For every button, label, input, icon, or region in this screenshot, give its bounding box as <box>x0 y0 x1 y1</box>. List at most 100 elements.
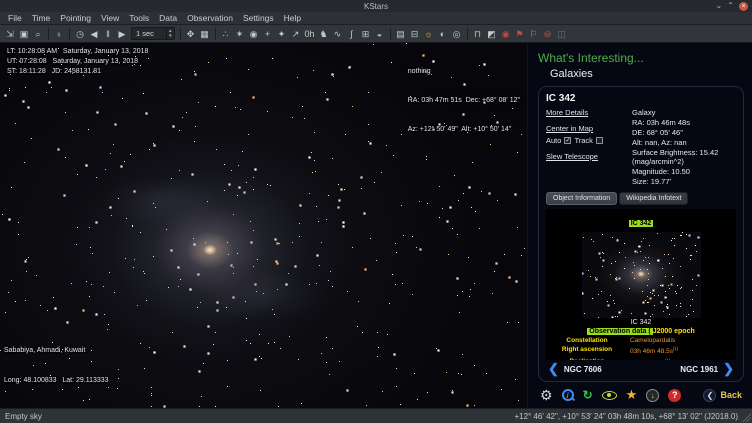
panel-title: What's Interesting... <box>538 51 744 65</box>
lock-position-icon[interactable]: ⊓ <box>471 27 485 41</box>
focus-radec: RA: 03h 47m 51s Dec: +68° 08' 12" <box>408 96 520 106</box>
color-scheme-icon[interactable]: ◩ <box>485 27 499 41</box>
image-viewer-icon[interactable]: ▣ <box>17 27 31 41</box>
download-data-icon[interactable]: ⇲ <box>3 27 17 41</box>
slew-telescope-link[interactable]: Slew Telescope <box>546 152 632 161</box>
add-flag-icon[interactable]: ⚐ <box>527 27 541 41</box>
focus-info-overlay: nothing RA: 03h 47m 51s Dec: +68° 08' 12… <box>408 47 520 155</box>
details-info-icon[interactable]: i <box>562 389 574 401</box>
toolbar-separator <box>390 28 391 40</box>
minimize-icon[interactable]: ⌄ <box>716 1 723 11</box>
settings-gear-icon[interactable]: ⚙ <box>540 388 553 402</box>
menu-observation[interactable]: Observation <box>182 12 238 25</box>
menu-help[interactable]: Help <box>279 12 306 25</box>
next-object-label[interactable]: NGC 1961 <box>680 365 718 374</box>
toggle-ground-icon[interactable]: ◒ <box>373 27 387 41</box>
stop-clock-icon[interactable]: ‖ <box>101 27 115 41</box>
menu-time[interactable]: Time <box>27 12 56 25</box>
menu-data[interactable]: Data <box>154 12 182 25</box>
reload-icon[interactable]: ↻ <box>583 388 593 402</box>
resize-grip-icon[interactable] <box>742 413 751 422</box>
set-time-icon[interactable]: ◷ <box>73 27 87 41</box>
menu-pointing[interactable]: Pointing <box>55 12 96 25</box>
geolocation-icon[interactable]: ♁ <box>52 27 66 41</box>
center-crosshair-icon[interactable]: ◎ <box>450 27 464 41</box>
help-icon[interactable]: ? <box>668 389 681 402</box>
object-name: IC 342 <box>546 93 736 104</box>
object-summary: GalaxyRA: 03h 46m 48sDE: 68° 05' 46"Alt:… <box>632 108 736 187</box>
galaxy-thumbnail-image <box>582 232 701 318</box>
toolbar-separator <box>467 28 468 40</box>
location-overlay: Sababiya, Ahmadi, Kuwait Long: 48.100833… <box>4 327 109 405</box>
observation-data-link[interactable]: Observation data ( <box>587 328 652 335</box>
toggle-stars-icon[interactable]: ∴ <box>219 27 233 41</box>
save-icon[interactable]: ⊟ <box>408 27 422 41</box>
panel-toolbar: ⚙ i ↻ ★ ↓ ? ❮ Back <box>538 382 744 406</box>
toggle-milky-way-icon[interactable]: ∫ <box>345 27 359 41</box>
toolbar: ⇲▣⌕♁◷◀‖▶1 sec▴▾✥▦∴✶◉+✦↗0h♞∿∫⊞◒▤⊟☼◐◎⊓◩◉⚑⚐… <box>0 25 752 43</box>
tab-object-information[interactable]: Object Information <box>546 192 617 205</box>
record-icon[interactable]: ◉ <box>499 27 513 41</box>
summary-line: DE: 68° 05' 46" <box>632 128 736 138</box>
summary-line: RA: 03h 46m 48s <box>632 118 736 128</box>
pan-tool-icon[interactable]: ✥ <box>184 27 198 41</box>
kstars-window: KStars ⌄ ⌃ × FileTimePointingViewToolsDa… <box>0 0 752 423</box>
object-list-icon[interactable]: ▤ <box>394 27 408 41</box>
title-bar: KStars ⌄ ⌃ × <box>0 0 752 12</box>
menu-file[interactable]: File <box>3 12 27 25</box>
category-label: Galaxies <box>550 68 744 80</box>
menu-view[interactable]: View <box>96 12 124 25</box>
focus-azalt: Az: +12° 50' 49" Alt: +10° 50' 14" <box>408 125 520 135</box>
toggle-constellation-names-icon[interactable]: 0h <box>303 27 317 41</box>
time-line: LT: 10:28:08 AM Saturday, January 13, 20… <box>7 47 148 57</box>
remove-label-icon[interactable]: ⊖ <box>541 27 555 41</box>
more-details-link[interactable]: More Details <box>546 108 632 117</box>
observation-data-heading: Observation data (J2000 epoch <box>548 328 734 335</box>
auto-checkbox[interactable]: ✓ <box>564 137 571 144</box>
toggle-constellation-art-icon[interactable]: ♞ <box>317 27 331 41</box>
time-step-forward-icon[interactable]: ▶ <box>115 27 129 41</box>
object-actions: More Details Center in Map Auto ✓ Track … <box>546 108 632 187</box>
window-controls: ⌄ ⌃ × <box>716 1 748 11</box>
center-in-map-link[interactable]: Center in Map <box>546 124 632 133</box>
object-card: IC 342 More Details Center in Map Auto ✓… <box>538 86 744 382</box>
toggle-constellation-lines-icon[interactable]: ↗ <box>289 27 303 41</box>
whats-interesting-icon[interactable]: ☼ <box>422 27 436 41</box>
maximize-icon[interactable]: ⌃ <box>727 1 734 11</box>
toggle-equatorial-grid-icon[interactable]: ⊞ <box>359 27 373 41</box>
status-coordinates: +12° 46' 42", +10° 53' 24" 03h 48m 10s, … <box>514 412 738 421</box>
toggle-planets-icon[interactable]: ◉ <box>247 27 261 41</box>
find-object-icon[interactable]: ⌕ <box>31 27 45 41</box>
time-step-value[interactable]: 1 sec <box>132 29 166 38</box>
favorite-star-icon[interactable]: ★ <box>626 387 638 403</box>
next-object-icon[interactable]: ❯ <box>723 363 734 375</box>
toolbar-separator <box>215 28 216 40</box>
menu-settings[interactable]: Settings <box>238 12 279 25</box>
infobox-row-label: Constellation <box>548 337 626 345</box>
toggle-constellation-bounds-icon[interactable]: ∿ <box>331 27 345 41</box>
tab-wikipedia-infotext[interactable]: Wikipedia Infotext <box>619 192 688 205</box>
toggle-comets-icon[interactable]: + <box>261 27 275 41</box>
toggle-deep-sky-icon[interactable]: ✶ <box>233 27 247 41</box>
close-icon[interactable]: × <box>739 2 748 11</box>
infobox-row: Right ascension03h 46m 48.5s[1] <box>548 346 734 356</box>
time-step-arrows[interactable]: ▴▾ <box>166 29 174 39</box>
time-step-spinbox[interactable]: 1 sec▴▾ <box>131 27 175 40</box>
back-button[interactable]: ❮ Back <box>703 389 742 402</box>
satellites-icon[interactable]: ◫ <box>555 27 569 41</box>
time-step-back-icon[interactable]: ◀ <box>87 27 101 41</box>
night-vision-icon[interactable]: ◐ <box>436 27 450 41</box>
track-checkbox[interactable] <box>596 137 603 144</box>
observation-flag-icon[interactable]: ⚑ <box>513 27 527 41</box>
menu-tools[interactable]: Tools <box>124 12 154 25</box>
prev-object-label[interactable]: NGC 7606 <box>564 365 602 374</box>
download-resources-icon[interactable]: ↓ <box>646 389 659 402</box>
infobox-title-link[interactable]: IC 342 <box>629 220 654 227</box>
object-nav: ❮ NGC 7606 NGC 1961 ❯ <box>546 360 736 375</box>
visibility-eye-icon[interactable] <box>602 391 617 400</box>
infobox-row-value: Camelopardalis <box>626 337 734 345</box>
sky-map[interactable]: LT: 10:28:08 AM Saturday, January 13, 20… <box>0 43 527 408</box>
export-sky-image-icon[interactable]: ▦ <box>198 27 212 41</box>
prev-object-icon[interactable]: ❮ <box>548 363 559 375</box>
toggle-supernovae-icon[interactable]: ✦ <box>275 27 289 41</box>
